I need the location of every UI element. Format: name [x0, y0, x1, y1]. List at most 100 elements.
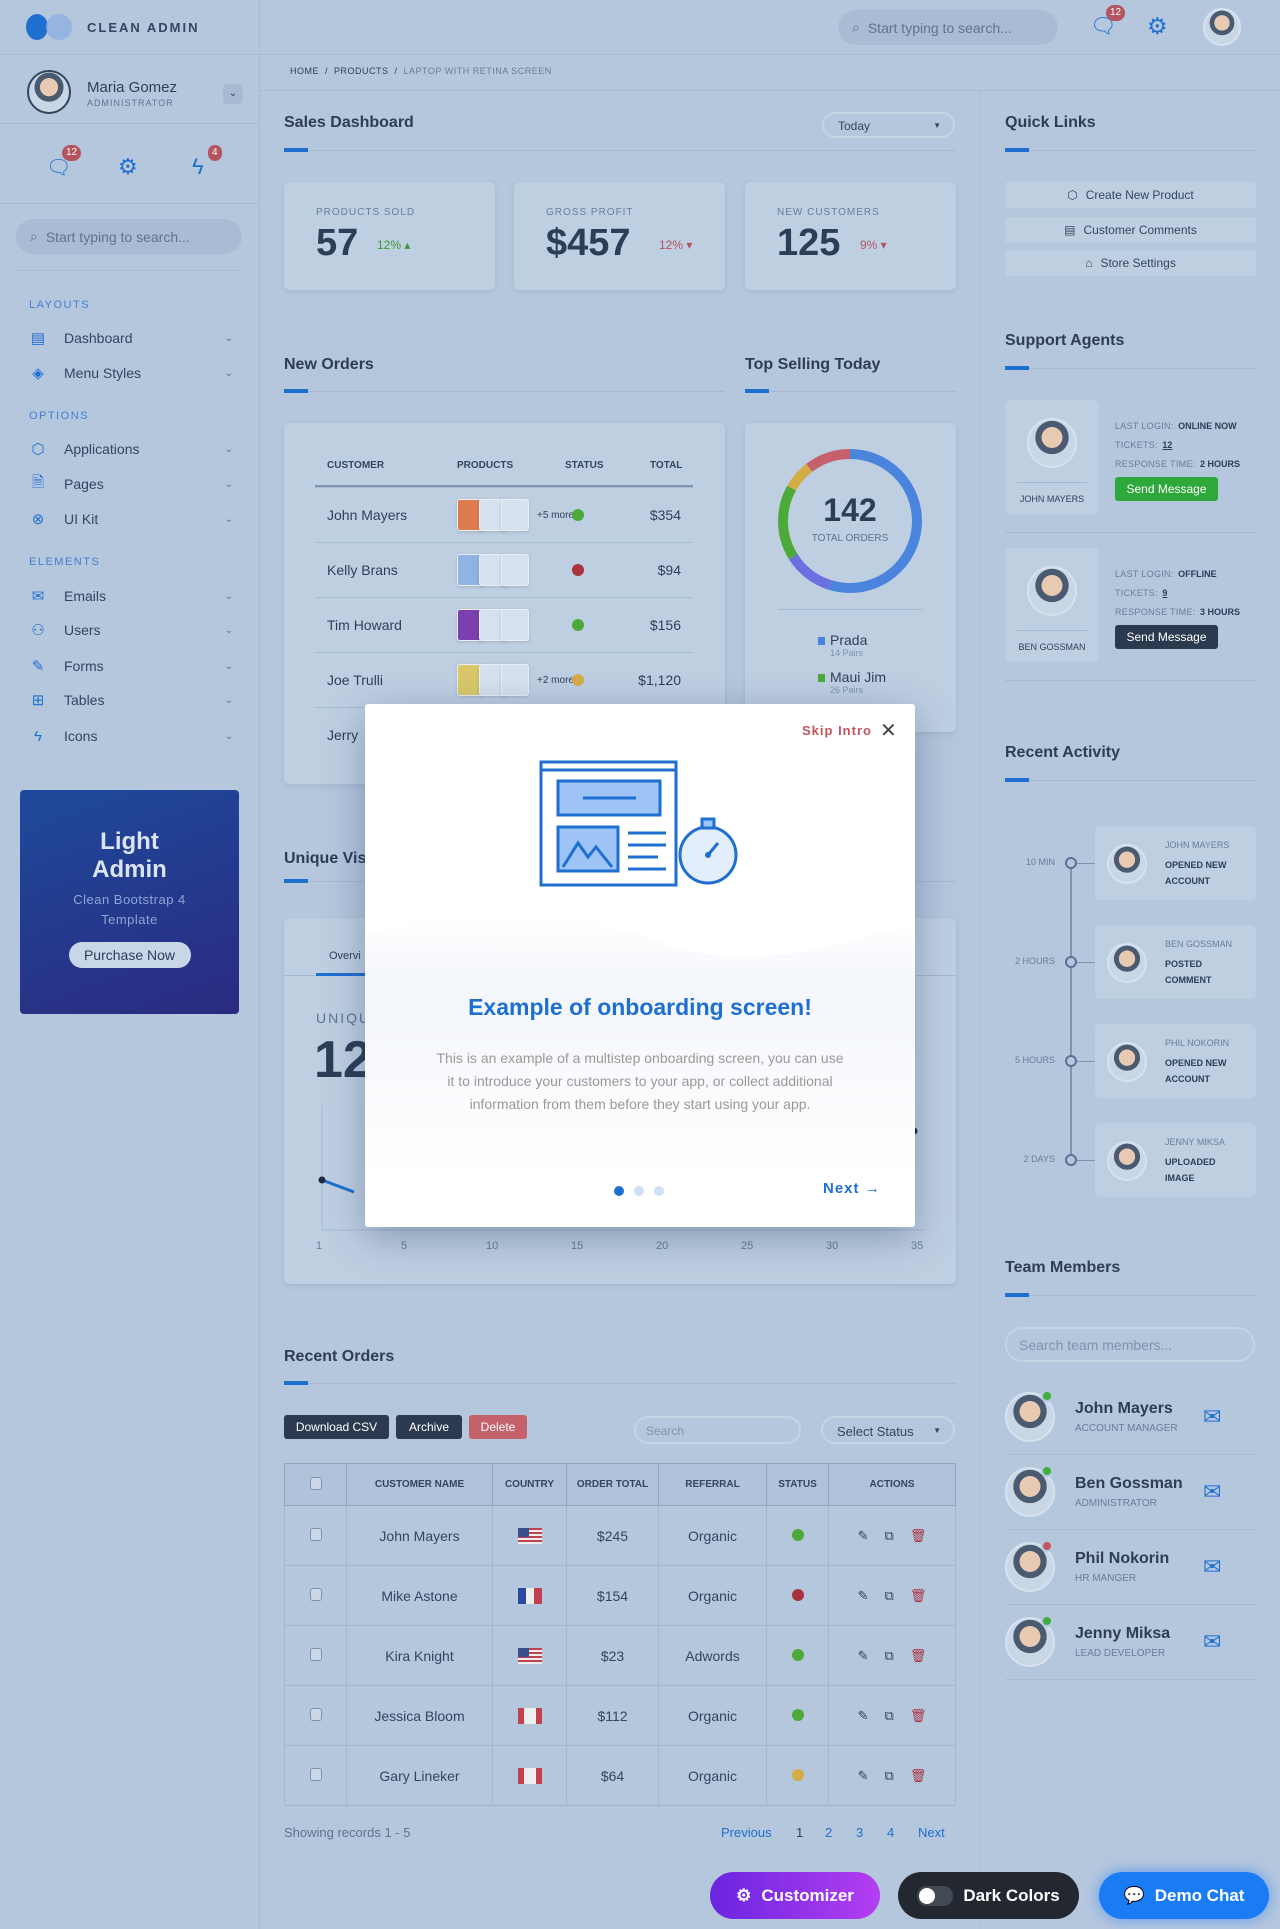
period-select[interactable]: Today ▼ — [822, 112, 955, 138]
sidebar-item-tables[interactable]: ⊞ Tables ⌄ — [28, 685, 233, 715]
sidebar-item-pages[interactable]: 🗎 Pages ⌄ — [28, 469, 233, 499]
demo-chat-button[interactable]: 💬 Demo Chat — [1099, 1872, 1269, 1919]
legend-swatch — [818, 674, 825, 682]
trash-icon[interactable]: 🗑 — [910, 1528, 927, 1544]
order-row[interactable]: Jessica Bloom $112 Organic ✎ ⧉ 🗑 — [284, 1685, 956, 1746]
timeline-dot — [1065, 956, 1077, 968]
trash-icon[interactable]: 🗑 — [910, 1708, 927, 1724]
row-checkbox[interactable] — [309, 1527, 322, 1541]
order-row[interactable]: Gary Lineker $64 Organic ✎ ⧉ 🗑 — [284, 1745, 956, 1806]
next-button[interactable]: Next → — [823, 1180, 881, 1197]
team-member[interactable]: Jenny Miksa LEAD DEVELOPER ✉ — [1005, 1605, 1256, 1680]
send-mail-icon[interactable]: ✉ — [1203, 1554, 1221, 1580]
orders-search-input[interactable]: Search — [634, 1416, 801, 1444]
sidebar-item-emails[interactable]: ✉ Emails ⌄ — [28, 581, 233, 611]
row-checkbox[interactable] — [309, 1587, 322, 1601]
settings-icon[interactable]: ⚙ — [118, 154, 138, 180]
settings-icon[interactable]: ⚙ — [1147, 13, 1168, 40]
skip-intro-link[interactable]: Skip Intro — [802, 723, 872, 738]
step-dot-active[interactable] — [614, 1186, 624, 1196]
sidebar-item-users[interactable]: ⚇ Users ⌄ — [28, 615, 233, 645]
pagination-next[interactable]: Next — [918, 1825, 945, 1840]
team-search-input[interactable]: Search team members... — [1005, 1327, 1255, 1362]
layers-icon: ◈ — [32, 365, 44, 382]
quick-link-create-product[interactable]: ⬡ Create New Product — [1005, 182, 1256, 208]
breadcrumb-home[interactable]: HOME — [290, 66, 319, 76]
download-csv-button[interactable]: Download CSV — [284, 1415, 389, 1439]
modal-title: Example of onboarding screen! — [468, 994, 812, 1020]
team-member[interactable]: John Mayers ACCOUNT MANAGER ✉ — [1005, 1380, 1256, 1455]
pagination-page-4[interactable]: 4 — [887, 1825, 894, 1840]
order-row[interactable]: John Mayers +5 more $354 — [315, 487, 693, 542]
sidebar-item-forms[interactable]: ✎ Forms ⌄ — [28, 651, 233, 681]
lightning-icon[interactable]: ϟ — [192, 154, 204, 180]
row-checkbox[interactable] — [309, 1767, 322, 1781]
trash-icon[interactable]: 🗑 — [910, 1648, 927, 1664]
sidebar-item-icons[interactable]: ϟ Icons ⌄ — [28, 721, 233, 751]
recent-orders-title: Recent Orders — [284, 1348, 395, 1365]
order-row[interactable]: Mike Astone $154 Organic ✎ ⧉ 🗑 — [284, 1565, 956, 1626]
send-mail-icon[interactable]: ✉ — [1203, 1629, 1221, 1655]
select-all-checkbox[interactable] — [309, 1476, 322, 1490]
pagination-page-3[interactable]: 3 — [856, 1825, 863, 1840]
copy-icon[interactable]: ⧉ — [885, 1708, 894, 1724]
customizer-button[interactable]: ⚙ Customizer — [710, 1872, 880, 1919]
step-dot[interactable] — [634, 1186, 644, 1196]
chat-icon: 💬 — [1123, 1885, 1145, 1905]
legend-prada: Prada 14 Pairs — [818, 632, 867, 658]
send-message-button[interactable]: Send Message — [1115, 477, 1218, 501]
purchase-now-button[interactable]: Purchase Now — [68, 942, 191, 968]
box-icon: ⬡ — [1067, 188, 1078, 202]
send-message-button[interactable]: Send Message — [1115, 625, 1218, 649]
trash-icon[interactable]: 🗑 — [910, 1588, 927, 1604]
order-row[interactable]: Kira Knight $23 Adwords ✎ ⧉ 🗑 — [284, 1625, 956, 1686]
tab-overview[interactable]: Overvi — [329, 950, 361, 962]
order-row[interactable]: Joe Trulli +2 more $1,120 — [315, 652, 693, 707]
order-row[interactable]: John Mayers $245 Organic ✎ ⧉ 🗑 — [284, 1505, 956, 1566]
copy-icon[interactable]: ⧉ — [885, 1528, 894, 1544]
trash-icon[interactable]: 🗑 — [910, 1768, 927, 1784]
status-select[interactable]: Select Status ▼ — [821, 1416, 955, 1444]
order-row[interactable]: Tim Howard $156 — [315, 597, 693, 652]
quick-link-store-settings[interactable]: ⌂ Store Settings — [1005, 250, 1256, 276]
sidebar-item-dashboard[interactable]: ▤ Dashboard ⌄ — [28, 323, 233, 353]
send-mail-icon[interactable]: ✉ — [1203, 1479, 1221, 1505]
breadcrumb-products[interactable]: PRODUCTS — [334, 66, 389, 76]
sidebar-item-applications[interactable]: ⬡ Applications ⌄ — [28, 434, 233, 464]
pagination-page-1[interactable]: 1 — [796, 1825, 803, 1840]
copy-icon[interactable]: ⧉ — [885, 1588, 894, 1604]
top-avatar[interactable] — [1203, 8, 1241, 46]
delete-button[interactable]: Delete — [469, 1415, 527, 1439]
order-row[interactable]: Kelly Brans $94 — [315, 542, 693, 597]
user-menu-toggle[interactable]: ⌄ — [223, 84, 243, 104]
dark-colors-toggle[interactable]: Dark Colors — [898, 1872, 1079, 1919]
sidebar-item-menu-styles[interactable]: ◈ Menu Styles ⌄ — [28, 358, 233, 388]
top-search[interactable]: ⌕ Start typing to search... — [838, 10, 1058, 45]
team-member[interactable]: Phil Nokorin HR MANGER ✉ — [1005, 1530, 1256, 1605]
edit-icon[interactable]: ✎ — [858, 1708, 869, 1724]
archive-button[interactable]: Archive — [396, 1415, 462, 1439]
edit-icon[interactable]: ✎ — [858, 1588, 869, 1604]
caret-down-icon: ▼ — [933, 121, 941, 130]
series-line — [321, 1178, 355, 1194]
chevron-down-icon: ⌄ — [224, 730, 233, 742]
send-mail-icon[interactable]: ✉ — [1203, 1404, 1221, 1430]
sidebar-search[interactable]: ⌕ Start typing to search... — [16, 219, 242, 254]
quick-link-customer-comments[interactable]: ▤ Customer Comments — [1005, 217, 1256, 243]
edit-icon[interactable]: ✎ — [858, 1768, 869, 1784]
copy-icon[interactable]: ⧉ — [885, 1768, 894, 1784]
team-members-title: Team Members — [1005, 1259, 1121, 1276]
close-icon[interactable]: ✕ — [880, 718, 897, 743]
team-member[interactable]: Ben Gossman ADMINISTRATOR ✉ — [1005, 1455, 1256, 1530]
step-dot[interactable] — [654, 1186, 664, 1196]
edit-icon[interactable]: ✎ — [858, 1528, 869, 1544]
pagination-previous[interactable]: Previous — [721, 1825, 772, 1840]
edit-icon[interactable]: ✎ — [858, 1648, 869, 1664]
pagination-page-2[interactable]: 2 — [825, 1825, 832, 1840]
sidebar-item-ui-kit[interactable]: ⊗ UI Kit ⌄ — [28, 504, 233, 534]
user-avatar[interactable] — [27, 70, 71, 114]
row-checkbox[interactable] — [309, 1707, 322, 1721]
section-options: OPTIONS — [29, 410, 90, 422]
row-checkbox[interactable] — [309, 1647, 322, 1661]
copy-icon[interactable]: ⧉ — [885, 1648, 894, 1664]
